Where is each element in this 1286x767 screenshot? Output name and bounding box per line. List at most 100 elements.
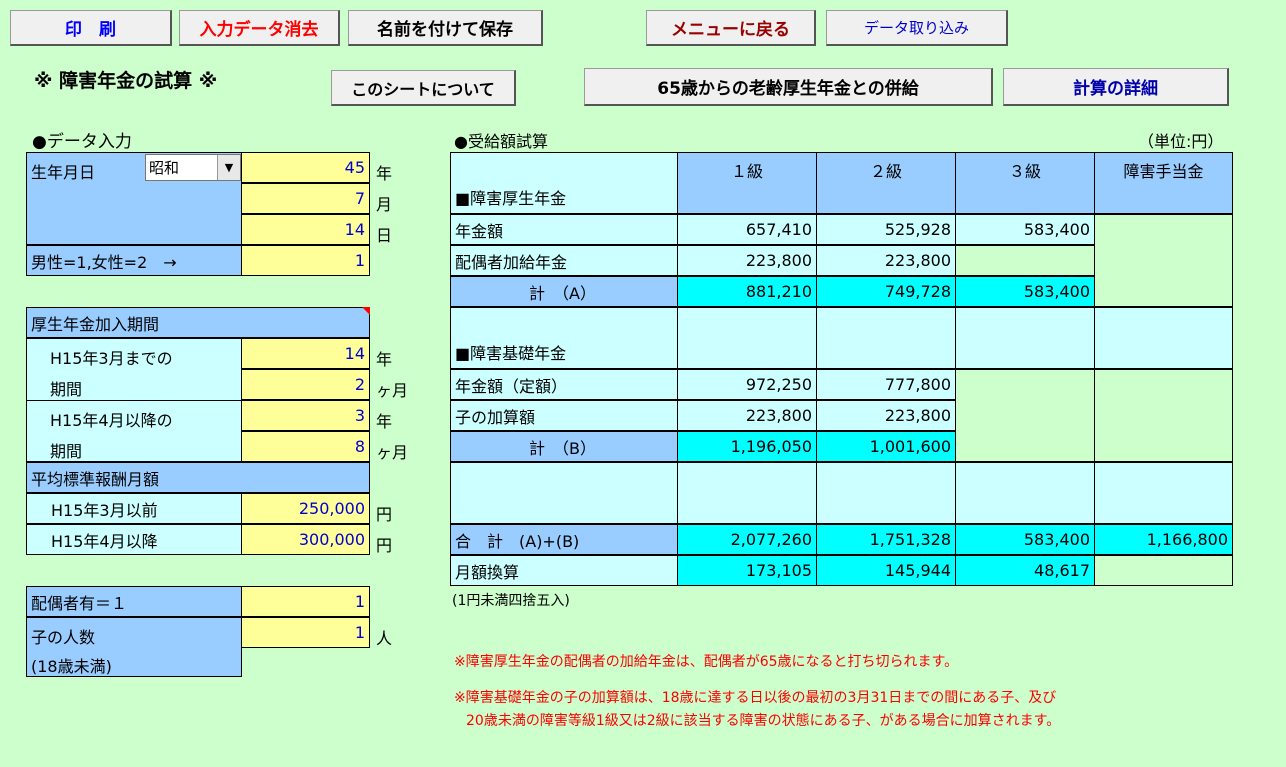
kiso-header-allowance — [1094, 307, 1233, 369]
sum-a-g2: 749,728 — [816, 276, 956, 307]
monthly-g2: 145,944 — [816, 555, 956, 586]
kiso-empty-allowance — [1094, 369, 1233, 462]
spacer-label — [450, 462, 678, 524]
comment-marker-icon — [362, 307, 370, 315]
total-label: 合 計 (A)+(B) — [450, 524, 678, 555]
spouse-add-g3 — [955, 245, 1095, 276]
h15-before-text2: 期間 — [50, 380, 83, 399]
kosei-amount-label: 年金額 — [450, 214, 678, 245]
about-sheet-button[interactable]: このシートについて — [331, 70, 516, 106]
kosei-amount-g1: 657,410 — [677, 214, 817, 245]
clear-input-button[interactable]: 入力データ消去 — [179, 10, 340, 46]
unit-label: （単位:円） — [1138, 132, 1224, 151]
kosei-header: ■障害厚生年金 — [450, 152, 678, 214]
era-value: 昭和 — [149, 159, 180, 177]
monthly-allowance — [1094, 555, 1233, 586]
birth-month-input[interactable]: 7 — [241, 183, 370, 214]
h15-before-text1: H15年3月までの — [50, 349, 173, 368]
spouse-label: 配偶者有＝１ — [26, 586, 242, 617]
avg-before-input[interactable]: 250,000 — [241, 493, 370, 524]
sum-b-label: 計 （B） — [450, 431, 678, 462]
gender-label: 男性=1,女性=2 → — [26, 245, 242, 276]
spouse-input[interactable]: 1 — [241, 586, 370, 617]
total-g3: 583,400 — [955, 524, 1095, 555]
children-input[interactable]: 1 — [241, 617, 370, 648]
h15-before-months-input[interactable]: 2 — [241, 369, 370, 400]
note-child-2: 20歳未満の障害等級1級又は2級に該当する障害の状態にある子、がある場合に加算さ… — [466, 713, 1061, 729]
kiso-amount-g1: 972,250 — [677, 369, 817, 400]
years-unit: 年 — [376, 350, 393, 369]
kosei-empty-allowance — [1094, 214, 1233, 307]
sum-a-g1: 881,210 — [677, 276, 817, 307]
monthly-label: 月額換算 — [450, 555, 678, 586]
months-unit: ヶ月 — [376, 381, 409, 400]
child-add-g1: 223,800 — [677, 400, 817, 431]
sum-a-label: 計 （A） — [450, 276, 678, 307]
kiso-empty-g3 — [955, 369, 1095, 462]
avg-after-label: H15年4月以降 — [26, 524, 242, 555]
col-grade2: ２級 — [816, 152, 956, 214]
child-add-label: 子の加算額 — [450, 400, 678, 431]
children-unit: 人 — [376, 629, 393, 648]
h15-after-text2: 期間 — [50, 442, 83, 461]
yen-unit-2: 円 — [376, 536, 393, 555]
sum-a-g3: 583,400 — [955, 276, 1095, 307]
gender-input[interactable]: 1 — [241, 245, 370, 276]
col-grade1: １級 — [677, 152, 817, 214]
input-section-header: ●データ入力 — [32, 132, 132, 152]
result-section-header: ●受給額試算 — [454, 132, 548, 151]
total-allowance: 1,166,800 — [1094, 524, 1233, 555]
avg-before-label: H15年3月以前 — [26, 493, 242, 524]
spacer-allowance — [1094, 462, 1233, 524]
kosei-amount-g2: 525,928 — [816, 214, 956, 245]
total-g2: 1,751,328 — [816, 524, 956, 555]
years-unit-2: 年 — [376, 412, 393, 431]
avg-salary-header: 平均標準報酬月額 — [26, 462, 370, 493]
note-spouse: ※障害厚生年金の配偶者の加給年金は、配偶者が65歳になると打ち切られます。 — [454, 654, 959, 670]
spacer-g2 — [816, 462, 956, 524]
h15-after-text1: H15年4月以降の — [50, 411, 173, 430]
spouse-add-g1: 223,800 — [677, 245, 817, 276]
birth-date-text: 生年月日 — [31, 163, 96, 182]
col-disability-allowance: 障害手当金 — [1094, 152, 1233, 214]
spacer-g3 — [955, 462, 1095, 524]
kiso-amount-g2: 777,800 — [816, 369, 956, 400]
birth-year-input[interactable]: 45 — [241, 152, 370, 183]
kiso-amount-label: 年金額（定額） — [450, 369, 678, 400]
children-label-text: 子の人数 — [31, 628, 96, 647]
import-data-button[interactable]: データ取り込み — [826, 10, 1008, 46]
monthly-g3: 48,617 — [955, 555, 1095, 586]
kosei-amount-g3: 583,400 — [955, 214, 1095, 245]
chevron-down-icon[interactable]: ▼ — [217, 155, 240, 180]
spouse-add-label: 配偶者加給年金 — [450, 245, 678, 276]
col-grade3: ３級 — [955, 152, 1095, 214]
spouse-add-g2: 223,800 — [816, 245, 956, 276]
birth-day-input[interactable]: 14 — [241, 214, 370, 245]
children-note: (18歳未満) — [31, 657, 112, 676]
kiso-header-g2 — [816, 307, 956, 369]
sum-b-g2: 1,001,600 — [816, 431, 956, 462]
months-unit-2: ヶ月 — [376, 443, 409, 462]
yen-unit-1: 円 — [376, 505, 393, 524]
h15-before-years-input[interactable]: 14 — [241, 338, 370, 369]
avg-after-input[interactable]: 300,000 — [241, 524, 370, 555]
h15-after-years-input[interactable]: 3 — [241, 400, 370, 431]
save-as-button[interactable]: 名前を付けて保存 — [348, 10, 543, 46]
total-g1: 2,077,260 — [677, 524, 817, 555]
kiso-header-g3 — [955, 307, 1095, 369]
day-unit: 日 — [376, 226, 393, 245]
back-to-menu-button[interactable]: メニューに戻る — [646, 10, 816, 46]
monthly-g1: 173,105 — [677, 555, 817, 586]
print-button[interactable]: 印 刷 — [10, 10, 172, 46]
rounding-note: (1円未満四捨五入) — [452, 593, 570, 609]
kiso-header-g1 — [677, 307, 817, 369]
year-unit: 年 — [376, 164, 393, 183]
era-select[interactable]: 昭和 ▼ — [145, 154, 241, 181]
page-title: ※ 障害年金の試算 ※ — [34, 70, 218, 92]
spacer-g1 — [677, 462, 817, 524]
combine-old-age-button[interactable]: 65歳からの老齢厚生年金との併給 — [584, 68, 993, 106]
kiso-header: ■障害基礎年金 — [450, 307, 678, 369]
child-add-g2: 223,800 — [816, 400, 956, 431]
h15-after-months-input[interactable]: 8 — [241, 431, 370, 462]
calc-detail-button[interactable]: 計算の詳細 — [1003, 68, 1229, 106]
